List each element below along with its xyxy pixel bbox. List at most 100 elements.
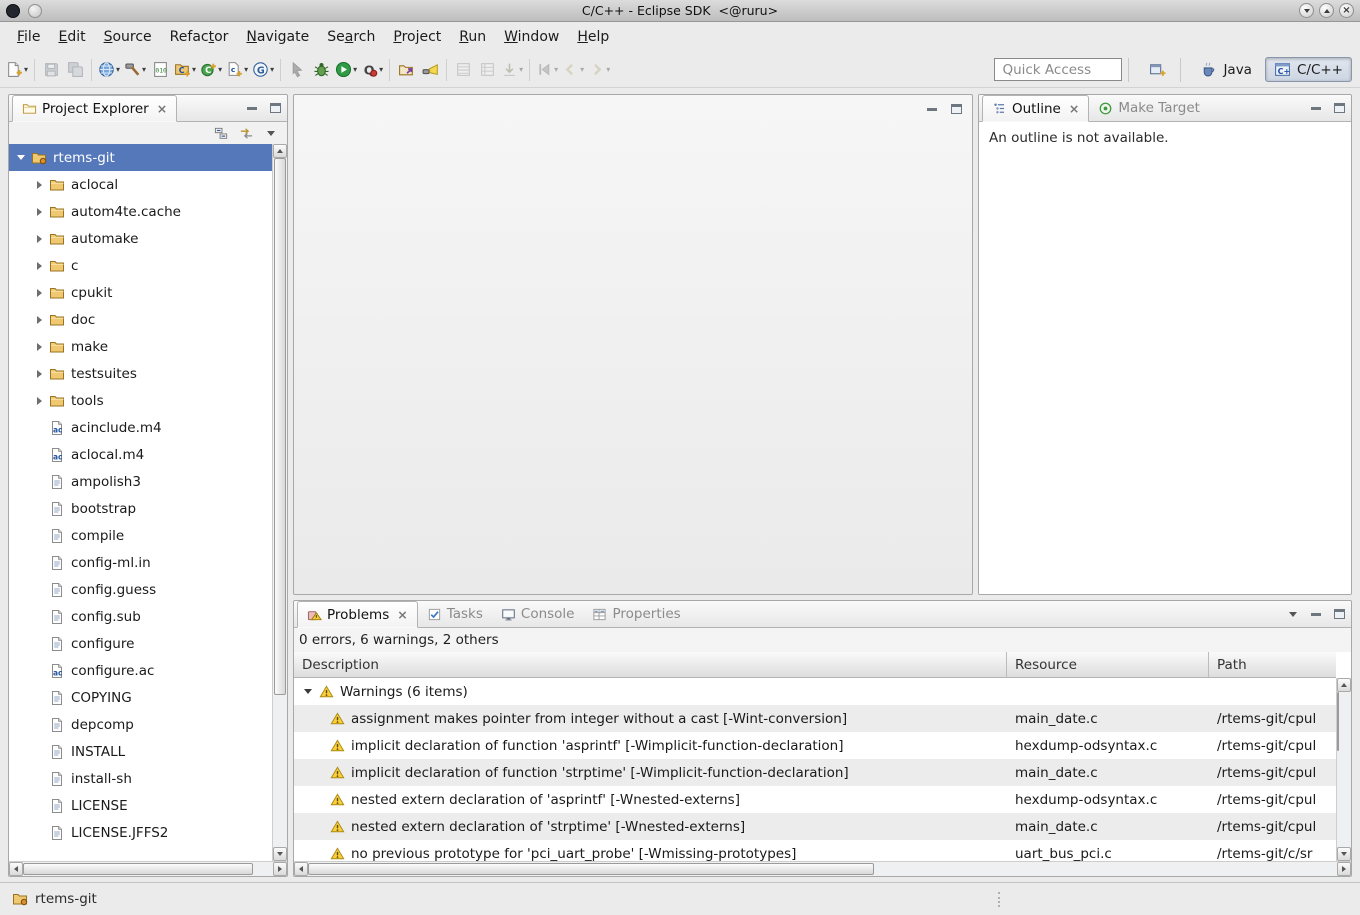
menu-run[interactable]: Run [450, 25, 495, 49]
tree-item-rtems-git[interactable]: rtems-git [9, 144, 272, 171]
tree-expand-arrow[interactable] [31, 285, 47, 301]
minimize-view-button[interactable] [1308, 606, 1324, 622]
tree-item-configure-ac[interactable]: acconfigure.ac [9, 657, 272, 684]
toolbar-profile-button[interactable]: Q▾ [359, 57, 385, 83]
menu-search[interactable]: Search [318, 25, 384, 49]
problems-group-row[interactable]: Warnings (6 items) [294, 678, 1336, 705]
quick-access-input[interactable] [994, 58, 1122, 81]
problems-tab-properties[interactable]: Properties [583, 601, 689, 627]
tree-expand-arrow[interactable] [31, 393, 47, 409]
window-close-button[interactable]: × [1339, 3, 1354, 18]
tree-item-tools[interactable]: tools [9, 387, 272, 414]
dropdown-arrow-icon[interactable]: ▾ [218, 66, 222, 74]
dropdown-arrow-icon[interactable]: ▾ [116, 66, 120, 74]
toolbar-new-cpp-class-button[interactable]: C▾ [198, 57, 224, 83]
toolbar-make-target-build-button[interactable]: G▾ [250, 57, 276, 83]
maximize-editor-button[interactable] [948, 101, 964, 117]
dropdown-arrow-icon[interactable]: ▾ [554, 66, 558, 74]
tree-item-acinclude-m4[interactable]: acacinclude.m4 [9, 414, 272, 441]
window-menu-icon[interactable] [6, 4, 20, 18]
tree-item-compile[interactable]: compile [9, 522, 272, 549]
tree-expand-arrow[interactable] [31, 258, 47, 274]
toolbar-next-edit-location-button[interactable] [475, 57, 499, 83]
tree-expand-arrow[interactable] [31, 339, 47, 355]
tree-vertical-scrollbar[interactable] [272, 144, 287, 861]
toolbar-open-element-button[interactable] [394, 57, 418, 83]
toolbar-toggle-selection-button[interactable] [285, 57, 309, 83]
dropdown-arrow-icon[interactable]: ▾ [24, 66, 28, 74]
tree-item-automake[interactable]: automake [9, 225, 272, 252]
dropdown-arrow-icon[interactable]: ▾ [244, 66, 248, 74]
toolbar-debug-button[interactable] [309, 57, 333, 83]
column-header-description[interactable]: Description [294, 652, 1007, 677]
view-menu-button[interactable] [1285, 606, 1301, 622]
dropdown-arrow-icon[interactable]: ▾ [580, 66, 584, 74]
tree-item-cpukit[interactable]: cpukit [9, 279, 272, 306]
collapse-all-button[interactable] [213, 125, 229, 141]
scroll-up-button[interactable] [1337, 678, 1351, 692]
tree-item-config-guess[interactable]: config.guess [9, 576, 272, 603]
maximize-view-button[interactable] [267, 100, 283, 116]
scroll-right-button[interactable] [1337, 862, 1351, 876]
tree-horizontal-scrollbar[interactable] [9, 861, 287, 876]
toolbar-next-annotation-button[interactable]: ▾ [499, 57, 525, 83]
toolbar-open-web-browser-button[interactable]: ▾ [96, 57, 122, 83]
toolbar-last-edit-location-button[interactable] [451, 57, 475, 83]
tree-item-make[interactable]: make [9, 333, 272, 360]
statusbar-grip[interactable] [998, 892, 1000, 907]
tree-item-config-ml-in[interactable]: config-ml.in [9, 549, 272, 576]
tree-item-install[interactable]: INSTALL [9, 738, 272, 765]
open-perspective-button[interactable] [1145, 58, 1170, 81]
scrollbar-thumb[interactable] [308, 863, 874, 875]
tree-expand-arrow[interactable] [31, 231, 47, 247]
scroll-down-button[interactable] [1337, 847, 1351, 861]
toolbar-forward-button[interactable]: ▾ [586, 57, 612, 83]
toolbar-new-c-project-button[interactable]: C▾ [172, 57, 198, 83]
tree-item-autom4te-cache[interactable]: autom4te.cache [9, 198, 272, 225]
tree-item-configure[interactable]: configure [9, 630, 272, 657]
tree-item-copying[interactable]: COPYING [9, 684, 272, 711]
problem-row[interactable]: implicit declaration of function 'asprin… [294, 732, 1336, 759]
menu-project[interactable]: Project [384, 25, 450, 49]
menu-source[interactable]: Source [95, 25, 161, 49]
scroll-down-button[interactable] [273, 847, 287, 861]
problems-tab-console[interactable]: Console [492, 601, 584, 627]
tree-item-aclocal-m4[interactable]: acaclocal.m4 [9, 441, 272, 468]
dropdown-arrow-icon[interactable]: ▾ [270, 66, 274, 74]
toolbar-new-wizard-button[interactable]: ▾ [4, 57, 30, 83]
toolbar-new-source-file-button[interactable]: c▾ [224, 57, 250, 83]
scroll-right-button[interactable] [273, 862, 287, 876]
column-header-resource[interactable]: Resource [1007, 652, 1209, 677]
tree-item-depcomp[interactable]: depcomp [9, 711, 272, 738]
perspective-cpp-button[interactable]: C+ C/C++ [1265, 57, 1352, 82]
column-header-path[interactable]: Path [1209, 652, 1336, 677]
menu-help[interactable]: Help [568, 25, 618, 49]
tree-expand-arrow[interactable] [31, 204, 47, 220]
tree-expand-arrow[interactable] [31, 312, 47, 328]
tree-item-c[interactable]: c [9, 252, 272, 279]
scrollbar-thumb[interactable] [274, 158, 286, 695]
close-icon[interactable]: × [157, 101, 167, 116]
problems-vertical-scrollbar[interactable] [1336, 678, 1351, 861]
toolbar-back-button[interactable]: ▾ [560, 57, 586, 83]
minimize-view-button[interactable] [244, 100, 260, 116]
tree-item-doc[interactable]: doc [9, 306, 272, 333]
toolbar-build-configuration-button[interactable]: 010 [148, 57, 172, 83]
group-collapse-arrow[interactable] [301, 685, 315, 699]
perspective-java-button[interactable]: Java [1191, 57, 1261, 82]
close-icon[interactable]: × [397, 607, 407, 622]
menu-file[interactable]: File [8, 25, 49, 49]
dropdown-arrow-icon[interactable]: ▾ [353, 66, 357, 74]
problem-row[interactable]: nested extern declaration of 'strptime' … [294, 813, 1336, 840]
dropdown-arrow-icon[interactable]: ▾ [606, 66, 610, 74]
outline-tab-outline[interactable]: Outline× [982, 95, 1089, 122]
maximize-view-button[interactable] [1331, 606, 1347, 622]
tree-item-license-jffs2[interactable]: LICENSE.JFFS2 [9, 819, 272, 846]
tree-item-testsuites[interactable]: testsuites [9, 360, 272, 387]
maximize-view-button[interactable] [1331, 100, 1347, 116]
scroll-up-button[interactable] [273, 144, 287, 158]
problems-horizontal-scrollbar[interactable] [294, 861, 1351, 876]
toolbar-run-button[interactable]: ▾ [333, 57, 359, 83]
toolbar-build-all-button[interactable]: ▾ [122, 57, 148, 83]
link-with-editor-button[interactable] [238, 125, 254, 141]
